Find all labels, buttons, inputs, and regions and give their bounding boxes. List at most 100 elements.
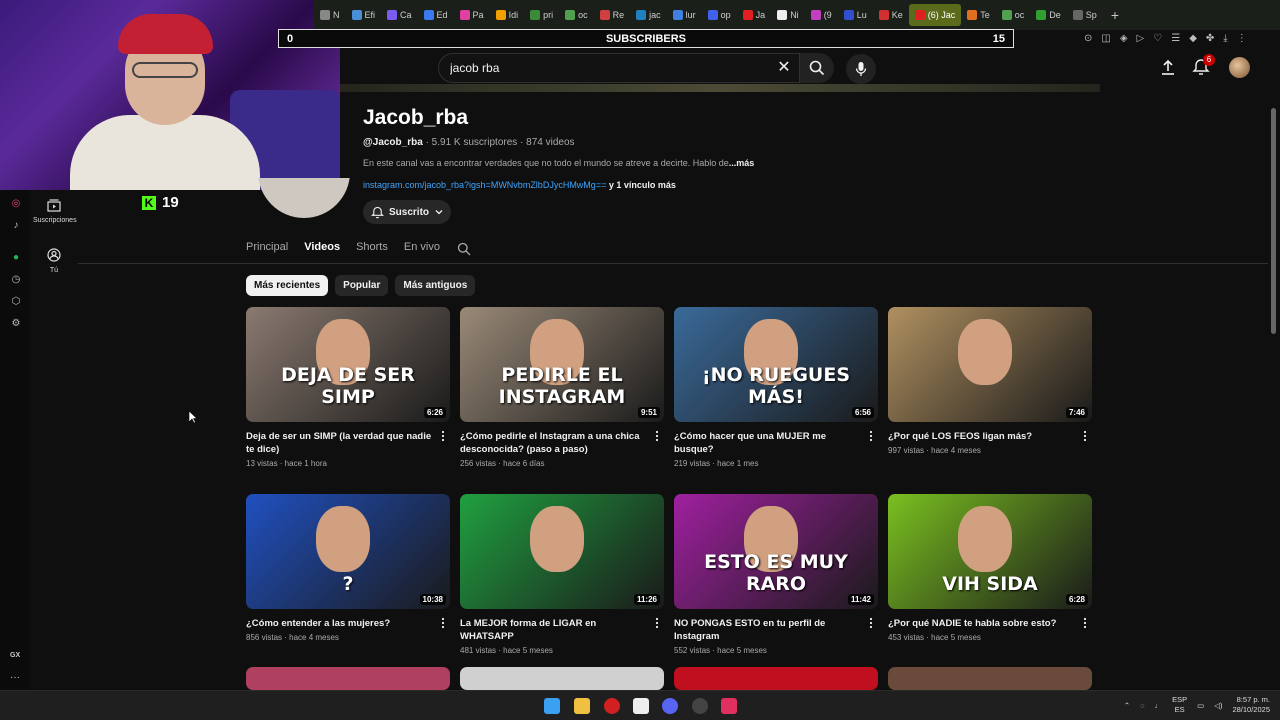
sort-chip[interactable]: Más recientes bbox=[246, 275, 329, 296]
video-card[interactable]: ESTO ES MUY RARO 11:42 NO PONGAS ESTO en t… bbox=[674, 494, 878, 655]
more-options-icon[interactable] bbox=[1082, 430, 1088, 442]
browser-tab[interactable]: jac bbox=[630, 4, 667, 26]
browser-tab[interactable]: Ca bbox=[381, 4, 418, 26]
video-card-partial[interactable] bbox=[888, 667, 1092, 690]
video-thumbnail[interactable]: PEDIRLE EL INSTAGRAM 9:51 bbox=[460, 307, 664, 422]
spotify-icon[interactable]: ● bbox=[10, 252, 22, 264]
tab-en-vivo[interactable]: En vivo bbox=[404, 241, 440, 253]
browser-tab[interactable]: Ja bbox=[737, 4, 772, 26]
settings-icon[interactable]: ⚙ bbox=[10, 318, 22, 330]
browser-tab[interactable]: Te bbox=[961, 4, 996, 26]
video-card[interactable]: ¡NO RUEGUES MÁS! 6:56 ¿Cómo hacer que una … bbox=[674, 307, 878, 468]
tab-principal[interactable]: Principal bbox=[246, 241, 288, 253]
guide-subscriptions[interactable]: Suscripciones bbox=[33, 198, 77, 224]
history-icon[interactable]: ◷ bbox=[10, 274, 22, 286]
video-thumbnail[interactable]: VIH SIDA 6:28 bbox=[888, 494, 1092, 609]
video-title[interactable]: ¿Cómo pedirle el Instagram a una chica d… bbox=[460, 430, 650, 456]
more-link[interactable]: ...más bbox=[729, 158, 755, 168]
browser-tab[interactable]: Ni bbox=[771, 4, 805, 26]
instagram-link[interactable]: instagram.com/jacob_rba?igsh=MWNvbmZlbDJ… bbox=[363, 180, 606, 190]
more-options-icon[interactable] bbox=[1082, 617, 1088, 629]
more-options-icon[interactable] bbox=[654, 617, 660, 629]
new-tab-button[interactable]: + bbox=[1103, 7, 1127, 23]
search-button[interactable] bbox=[800, 53, 834, 83]
video-title[interactable]: ¿Cómo hacer que una MUJER me busque? bbox=[674, 430, 864, 456]
voice-search-button[interactable] bbox=[846, 54, 876, 84]
puzzle-icon[interactable]: ✤ bbox=[1206, 33, 1214, 44]
browser-tab[interactable]: Re bbox=[594, 4, 631, 26]
mic-icon[interactable]: ♩ bbox=[1155, 701, 1163, 710]
list-icon[interactable]: ☰ bbox=[1171, 33, 1180, 44]
guide-you[interactable]: Tú bbox=[33, 248, 75, 274]
gx-corner-label[interactable]: GX bbox=[10, 652, 20, 659]
channel-search-button[interactable] bbox=[457, 242, 471, 256]
video-card[interactable]: PEDIRLE EL INSTAGRAM 9:51 ¿Cómo pedirle el… bbox=[460, 307, 664, 468]
video-card[interactable]: ? 10:38 ¿Cómo entender a las mujeres? 856 v… bbox=[246, 494, 450, 642]
more-options-icon[interactable] bbox=[868, 430, 874, 442]
network-icon[interactable]: ▭ bbox=[1197, 701, 1204, 710]
download-icon[interactable]: ⤓ bbox=[1223, 33, 1227, 44]
clear-search-icon[interactable]: ✕ bbox=[774, 58, 794, 78]
search-input[interactable] bbox=[450, 61, 770, 75]
video-title[interactable]: La MEJOR forma de LIGAR en WHATSAPP bbox=[460, 617, 650, 643]
browser-tab[interactable]: (9 bbox=[805, 4, 838, 26]
wifi-icon[interactable]: ◌ bbox=[1140, 701, 1144, 710]
extensions-icon[interactable]: ⬡ bbox=[10, 296, 22, 308]
clock[interactable]: 8:57 p. m. 28/10/2025 bbox=[1232, 695, 1270, 715]
browser-tab[interactable]: pri bbox=[524, 4, 559, 26]
more-options-icon[interactable] bbox=[868, 617, 874, 629]
language-indicator[interactable]: ESP ES bbox=[1172, 695, 1187, 715]
more-options-icon[interactable] bbox=[440, 430, 446, 442]
browser-tab[interactable]: Ke bbox=[873, 4, 909, 26]
file-explorer-icon[interactable] bbox=[574, 698, 590, 714]
shield-icon[interactable]: ◈ bbox=[1120, 33, 1128, 44]
browser-tab[interactable]: Pa bbox=[454, 4, 490, 26]
chrome-icon[interactable] bbox=[692, 698, 708, 714]
browser-tab[interactable]: (6) Jac bbox=[908, 4, 962, 26]
browser-tab[interactable]: op bbox=[702, 4, 737, 26]
browser-tab[interactable]: Sp bbox=[1067, 4, 1103, 26]
sort-chip[interactable]: Más antiguos bbox=[395, 275, 476, 296]
tiktok-app-icon[interactable] bbox=[721, 698, 737, 714]
video-title[interactable]: NO PONGAS ESTO en tu perfil de Instagram bbox=[674, 617, 864, 643]
browser-tab[interactable]: Efi bbox=[346, 4, 382, 26]
tray-expand-icon[interactable]: ⌃ bbox=[1124, 701, 1130, 710]
menu-icon[interactable]: ⋮ bbox=[1237, 33, 1247, 44]
subscribe-button[interactable]: Suscrito bbox=[363, 200, 451, 224]
video-title[interactable]: ¿Cómo entender a las mujeres? bbox=[246, 617, 436, 630]
browser-tab[interactable]: lur bbox=[667, 4, 702, 26]
video-card-partial[interactable] bbox=[674, 667, 878, 690]
channel-description[interactable]: En este canal vas a encontrar verdades q… bbox=[363, 158, 754, 168]
instagram-icon[interactable]: ◎ bbox=[10, 198, 22, 210]
more-options-icon[interactable] bbox=[440, 617, 446, 629]
heart-icon[interactable]: ♡ bbox=[1153, 33, 1162, 44]
video-card-partial[interactable] bbox=[246, 667, 450, 690]
video-title[interactable]: Deja de ser un SIMP (la verdad que nadie… bbox=[246, 430, 436, 456]
more-links[interactable]: y 1 vínculo más bbox=[606, 180, 676, 190]
video-thumbnail[interactable]: 11:26 bbox=[460, 494, 664, 609]
channel-avatar[interactable] bbox=[258, 178, 350, 218]
video-card-partial[interactable] bbox=[460, 667, 664, 690]
more-options-icon[interactable] bbox=[654, 430, 660, 442]
tab-videos[interactable]: Videos bbox=[304, 241, 340, 253]
capture-icon[interactable]: ◫ bbox=[1101, 33, 1110, 44]
more-icon[interactable]: ··· bbox=[10, 672, 20, 683]
browser-tab[interactable]: Ed bbox=[418, 4, 454, 26]
video-thumbnail[interactable]: 7:46 bbox=[888, 307, 1092, 422]
browser-tab[interactable]: N bbox=[314, 4, 346, 26]
tiktok-icon[interactable]: ♪ bbox=[10, 220, 22, 232]
page-scrollbar[interactable] bbox=[1271, 108, 1276, 334]
browser-tab[interactable]: Idi bbox=[490, 4, 525, 26]
video-title[interactable]: ¿Por qué NADIE te habla sobre esto? bbox=[888, 617, 1078, 630]
video-thumbnail[interactable]: ¡NO RUEGUES MÁS! 6:56 bbox=[674, 307, 878, 422]
video-thumbnail[interactable]: ESTO ES MUY RARO 11:42 bbox=[674, 494, 878, 609]
notifications-button[interactable]: 6 bbox=[1192, 54, 1215, 76]
discord-icon[interactable] bbox=[662, 698, 678, 714]
browser-tab[interactable]: De bbox=[1030, 4, 1067, 26]
opera-icon[interactable] bbox=[604, 698, 620, 714]
play-icon[interactable]: ▷ bbox=[1137, 33, 1145, 44]
pin-icon[interactable]: ⊙ bbox=[1084, 33, 1092, 44]
browser-tab[interactable]: oc bbox=[559, 4, 594, 26]
video-title[interactable]: ¿Por qué LOS FEOS ligan más? bbox=[888, 430, 1078, 443]
video-thumbnail[interactable]: ? 10:38 bbox=[246, 494, 450, 609]
